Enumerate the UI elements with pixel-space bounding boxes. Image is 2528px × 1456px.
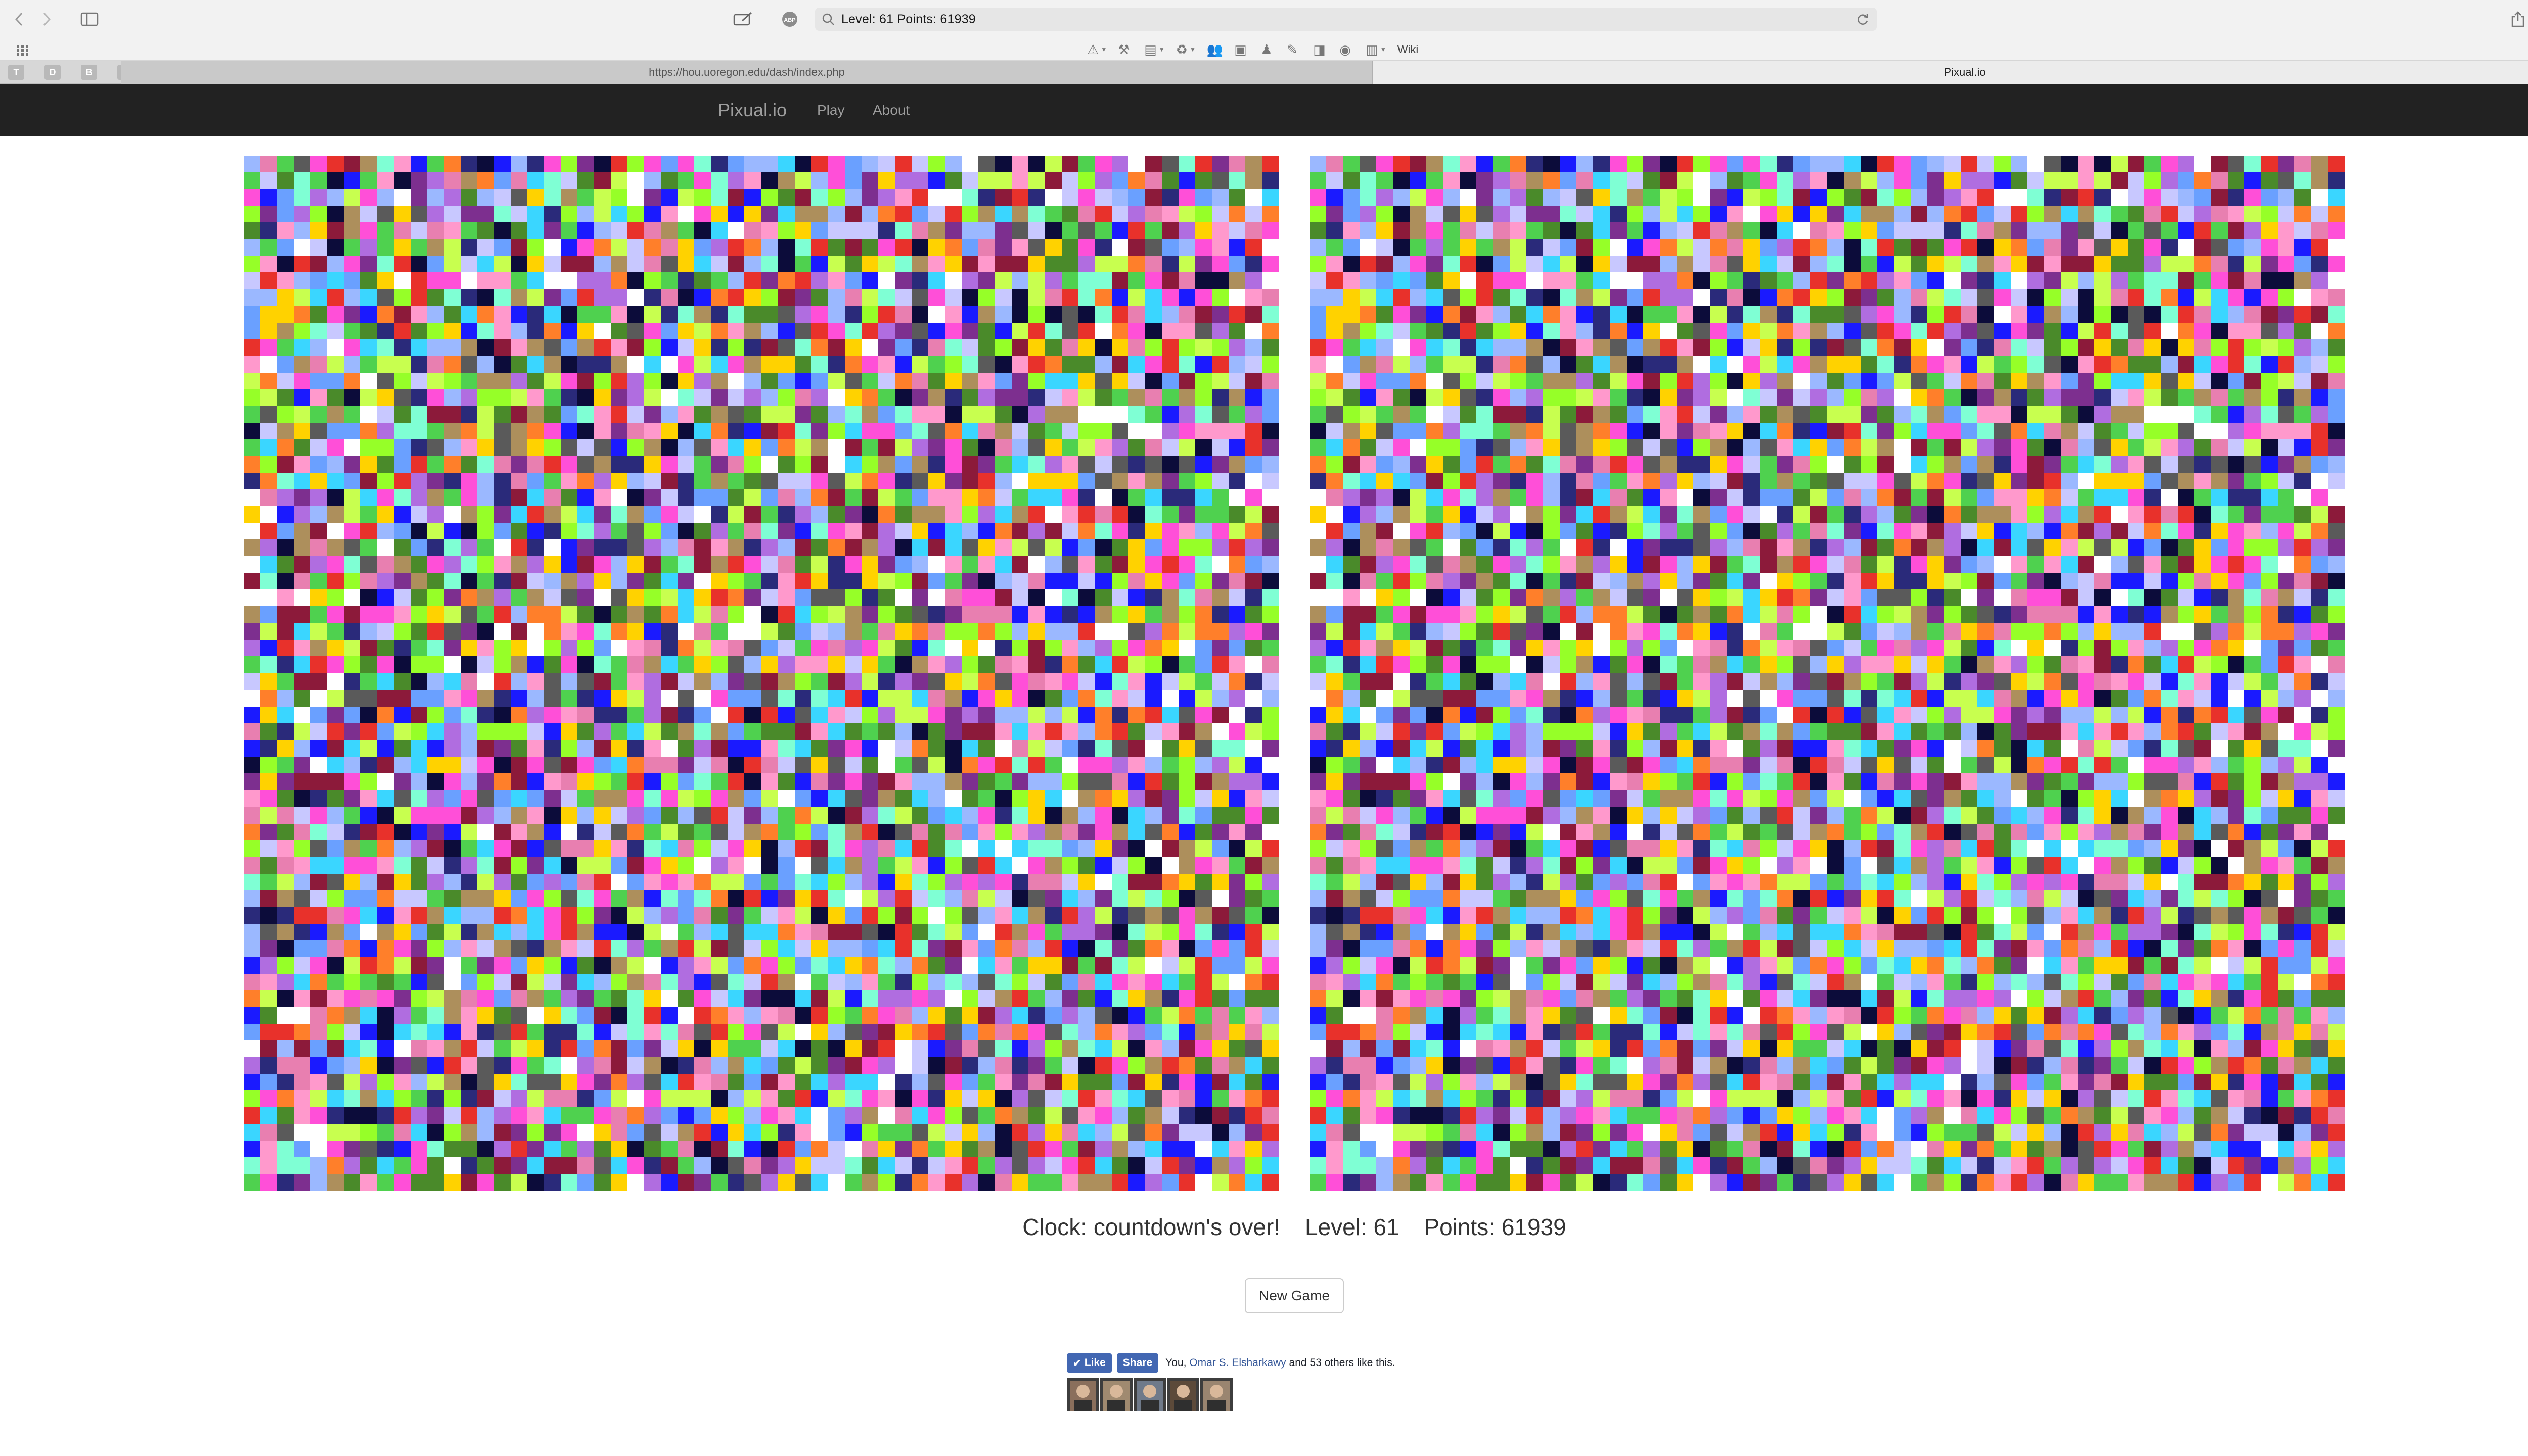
chevron-down-icon: ▼ bbox=[1189, 46, 1196, 53]
favorite-people[interactable]: 👥 bbox=[1207, 42, 1223, 57]
people-icon: 👥 bbox=[1206, 41, 1224, 57]
favorites-bar: ⚠ ▼ ⚒ ▤ ▼ ♻ ▼ 👥 ▣ ♟ ✎ ◨ ◉ ▥ ▼ Wiki bbox=[0, 38, 2528, 61]
game-board-left[interactable] bbox=[244, 156, 1279, 1191]
level-status: Level: 61 bbox=[1304, 1214, 1400, 1240]
fb-friend-link[interactable]: Omar S. Elsharkawy bbox=[1189, 1357, 1286, 1369]
friend-avatar[interactable] bbox=[1100, 1378, 1133, 1410]
clock-status: Clock: countdown's over! bbox=[1022, 1214, 1281, 1240]
tab-bar: TDBR⟳ https://hou.uoregon.edu/dash/index… bbox=[0, 61, 2528, 84]
favorite-wiki[interactable]: Wiki bbox=[1397, 43, 1419, 56]
fb-share-button[interactable]: Share bbox=[1116, 1353, 1159, 1373]
reload-icon[interactable] bbox=[1856, 12, 1870, 26]
nav-about-link[interactable]: About bbox=[873, 84, 910, 136]
fb-friend-faces bbox=[1067, 1378, 1395, 1410]
adblock-button[interactable]: ABP bbox=[779, 8, 801, 30]
bookmark-icon: ◨ bbox=[1313, 41, 1326, 57]
sidebar-icon bbox=[80, 12, 99, 26]
tools-icon: ⚒ bbox=[1118, 41, 1130, 57]
fb-text-suffix: and 53 others like this. bbox=[1289, 1357, 1395, 1369]
favorite-notes[interactable]: ✎ bbox=[1287, 42, 1302, 57]
friend-avatar[interactable] bbox=[1167, 1378, 1199, 1410]
package-icon: ▣ bbox=[1234, 41, 1247, 57]
browser-toolbar: ABP Level: 61 Points: 61939 bbox=[0, 0, 2528, 38]
notes-icon: ✎ bbox=[1287, 41, 1298, 57]
person-icon: ♟ bbox=[1260, 41, 1273, 57]
sidebar-button[interactable] bbox=[77, 8, 102, 30]
reader-button[interactable] bbox=[728, 8, 758, 30]
favorite-disk[interactable]: ◉ bbox=[1339, 42, 1355, 57]
address-text: Level: 61 Points: 61939 bbox=[841, 12, 976, 26]
warning-icon: ⚠ bbox=[1087, 41, 1099, 57]
tab-dashboard[interactable]: https://hou.uoregon.edu/dash/index.php bbox=[121, 61, 1373, 84]
pinned-tab-1[interactable]: D bbox=[44, 65, 61, 80]
pixel-grid-left[interactable] bbox=[244, 156, 1279, 1191]
favorite-tools[interactable]: ⚒ bbox=[1118, 42, 1133, 57]
pinned-tab-0[interactable]: T bbox=[8, 65, 24, 80]
adblock-icon: ABP bbox=[782, 12, 797, 27]
favorite-package[interactable]: ▣ bbox=[1234, 42, 1249, 57]
top-sites-grid-icon[interactable] bbox=[15, 42, 30, 58]
tab-pixual[interactable]: Pixual.io bbox=[1373, 61, 2528, 84]
edit-icon bbox=[733, 12, 752, 26]
nav-play-link[interactable]: Play bbox=[817, 84, 844, 136]
favorite-cabinet[interactable]: ▥ ▼ bbox=[1366, 42, 1386, 57]
favorite-warning[interactable]: ⚠ ▼ bbox=[1087, 42, 1107, 57]
folder-icon: ▤ bbox=[1144, 41, 1157, 57]
favorite-folder[interactable]: ▤ ▼ bbox=[1144, 42, 1164, 57]
favorite-person[interactable]: ♟ bbox=[1260, 42, 1276, 57]
new-game-button[interactable]: New Game bbox=[1245, 1278, 1344, 1313]
share-button[interactable] bbox=[2507, 8, 2528, 30]
fb-like-summary: You, Omar S. Elsharkawy and 53 others li… bbox=[1165, 1357, 1395, 1369]
address-bar[interactable]: Level: 61 Points: 61939 bbox=[815, 8, 1877, 31]
chevron-down-icon: ▼ bbox=[1158, 46, 1165, 53]
favorites-list: ⚠ ▼ ⚒ ▤ ▼ ♻ ▼ 👥 ▣ ♟ ✎ ◨ ◉ ▥ ▼ Wiki bbox=[1087, 40, 1418, 59]
chevron-left-icon bbox=[15, 12, 23, 26]
fb-text-prefix: You, bbox=[1165, 1357, 1187, 1369]
game-board-right[interactable] bbox=[1310, 156, 2345, 1191]
friend-avatar[interactable] bbox=[1134, 1378, 1166, 1410]
fb-like-label: Like bbox=[1084, 1357, 1106, 1369]
back-button[interactable] bbox=[8, 8, 30, 30]
recycle-icon: ♻ bbox=[1176, 41, 1188, 57]
chevron-right-icon bbox=[43, 12, 51, 26]
cabinet-icon: ▥ bbox=[1366, 41, 1378, 57]
friend-avatar[interactable] bbox=[1200, 1378, 1233, 1410]
pixel-grid-right[interactable] bbox=[1310, 156, 2345, 1191]
checkmark-icon: ✔ bbox=[1073, 1357, 1081, 1369]
site-brand-link[interactable]: Pixual.io bbox=[718, 84, 787, 136]
search-icon bbox=[822, 13, 834, 25]
friend-avatar[interactable] bbox=[1067, 1378, 1099, 1410]
svg-text:ABP: ABP bbox=[784, 17, 795, 23]
chevron-down-icon: ▼ bbox=[1101, 46, 1107, 53]
game-status: Clock: countdown's over! Level: 61 Point… bbox=[0, 1213, 2528, 1241]
favorite-recycle[interactable]: ♻ ▼ bbox=[1176, 42, 1196, 57]
facebook-like-widget: ✔ Like Share You, Omar S. Elsharkawy and… bbox=[1067, 1353, 1395, 1410]
forward-button[interactable] bbox=[35, 8, 58, 30]
favorite-bookmark[interactable]: ◨ bbox=[1313, 42, 1328, 57]
fb-like-button[interactable]: ✔ Like bbox=[1067, 1353, 1112, 1373]
points-status: Points: 61939 bbox=[1424, 1214, 1566, 1240]
share-icon bbox=[2511, 11, 2524, 27]
disk-icon: ◉ bbox=[1339, 41, 1351, 57]
chevron-down-icon: ▼ bbox=[1380, 46, 1386, 53]
pinned-tab-2[interactable]: B bbox=[81, 65, 97, 80]
site-navbar: Pixual.io Play About bbox=[0, 84, 2528, 136]
